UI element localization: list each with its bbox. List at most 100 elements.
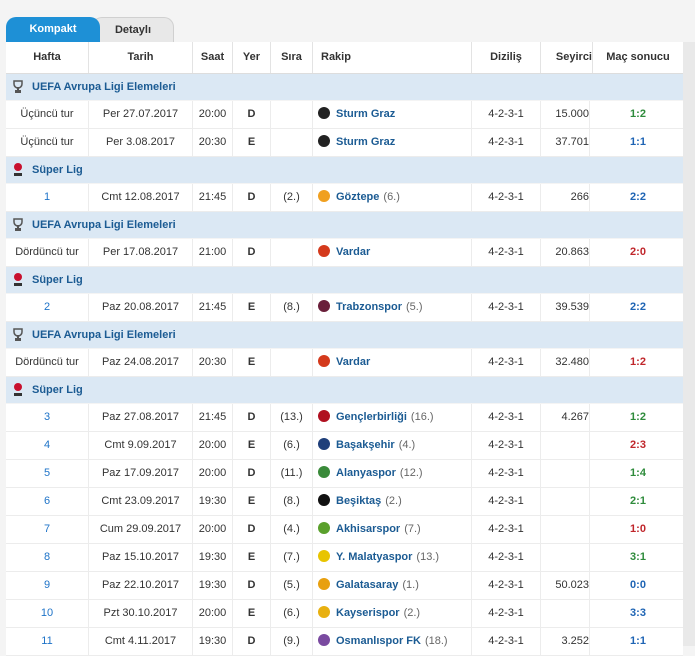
- table-row[interactable]: 6 Cmt 23.09.2017 19:30 E (8.) Beşiktaş (2.) 4-2…: [6, 488, 683, 516]
- table-row[interactable]: 8 Paz 15.10.2017 19:30 E (7.) Y. Malatyaspor (…: [6, 544, 683, 572]
- col-rakip[interactable]: Rakip: [313, 42, 472, 73]
- match-result-link[interactable]: 3:1: [593, 544, 683, 571]
- col-sira[interactable]: Sıra: [271, 42, 313, 73]
- table-row[interactable]: 3 Paz 27.08.2017 21:45 D (13.) Gençlerbirliği…: [6, 404, 683, 432]
- rank-cell: (11.): [271, 460, 313, 487]
- opponent-link[interactable]: Gençlerbirliği: [336, 411, 407, 423]
- opponent-link[interactable]: Sturm Graz: [336, 136, 395, 148]
- competition-name[interactable]: Süper Lig: [32, 267, 83, 293]
- venue-cell: D: [233, 572, 271, 599]
- opponent-link[interactable]: Başakşehir: [336, 439, 395, 451]
- match-result-link[interactable]: 2:3: [593, 432, 683, 459]
- opponent-link[interactable]: Alanyaspor: [336, 467, 396, 479]
- matchday-link[interactable]: 11: [6, 628, 89, 655]
- competition-name[interactable]: UEFA Avrupa Ligi Elemeleri: [32, 322, 176, 348]
- match-result-link[interactable]: 1:2: [593, 101, 683, 128]
- match-result-link[interactable]: 3:3: [593, 600, 683, 627]
- table-row[interactable]: 7 Cum 29.09.2017 20:00 D (4.) Akhisarspor (7.)…: [6, 516, 683, 544]
- venue-cell: D: [233, 101, 271, 128]
- table-row[interactable]: 11 Cmt 4.11.2017 19:30 D (9.) Osmanlıspor FK(…: [6, 628, 683, 656]
- matchday-link[interactable]: 4: [6, 432, 89, 459]
- formation-cell: 4-2-3-1: [472, 516, 541, 543]
- table-row[interactable]: 1 Cmt 12.08.2017 21:45 D (2.) Göztepe (6.) 4-2-…: [6, 184, 683, 212]
- formation-cell: 4-2-3-1: [472, 460, 541, 487]
- col-tarih[interactable]: Tarih: [89, 42, 193, 73]
- opponent-cell: Akhisarspor (7.): [313, 516, 472, 543]
- round-label: Üçüncü tur: [6, 129, 89, 156]
- col-hafta[interactable]: Hafta: [6, 42, 89, 73]
- matchday-link[interactable]: 10: [6, 600, 89, 627]
- rank-cell: (9.): [271, 628, 313, 655]
- matchday-link[interactable]: 9: [6, 572, 89, 599]
- opponent-cell: Alanyaspor (12.): [313, 460, 472, 487]
- opponent-link[interactable]: Trabzonspor: [336, 301, 402, 313]
- date-cell: Paz 15.10.2017: [89, 544, 193, 571]
- col-seyirci[interactable]: Seyirci: [541, 42, 593, 73]
- venue-cell: E: [233, 488, 271, 515]
- match-result-link[interactable]: 1:0: [593, 516, 683, 543]
- match-result-link[interactable]: 0:0: [593, 572, 683, 599]
- competition-name[interactable]: UEFA Avrupa Ligi Elemeleri: [32, 212, 176, 238]
- match-result-link[interactable]: 2:0: [593, 239, 683, 266]
- club-crest-icon: [318, 107, 330, 120]
- opponent-link[interactable]: Vardar: [336, 356, 370, 368]
- matchday-link[interactable]: 1: [6, 184, 89, 211]
- date-cell: Per 3.08.2017: [89, 129, 193, 156]
- table-row[interactable]: Dördüncü tur Per 17.08.2017 21:00 D Vardar 4-…: [6, 239, 683, 267]
- table-row[interactable]: 2 Paz 20.08.2017 21:45 E (8.) Trabzonspor (5.)…: [6, 294, 683, 322]
- opponent-link[interactable]: Osmanlıspor FK: [336, 635, 421, 647]
- opponent-link[interactable]: Kayserispor: [336, 607, 400, 619]
- tab-detayli[interactable]: Detaylı: [92, 17, 174, 42]
- attendance-cell: [541, 516, 590, 543]
- competition-name[interactable]: UEFA Avrupa Ligi Elemeleri: [32, 74, 176, 100]
- match-result-link[interactable]: 1:2: [593, 404, 683, 431]
- col-dizilis[interactable]: Diziliş: [472, 42, 541, 73]
- scrollbar-track[interactable]: [683, 42, 695, 646]
- match-result-link[interactable]: 2:2: [593, 294, 683, 321]
- attendance-cell: [541, 432, 590, 459]
- match-result-link[interactable]: 1:4: [593, 460, 683, 487]
- matchday-link[interactable]: 7: [6, 516, 89, 543]
- opponent-rank: (18.): [424, 635, 448, 647]
- matchday-link[interactable]: 6: [6, 488, 89, 515]
- attendance-cell: 20.863: [541, 239, 590, 266]
- table-row[interactable]: Üçüncü tur Per 27.07.2017 20:00 D Sturm Graz…: [6, 101, 683, 129]
- table-row[interactable]: Dördüncü tur Paz 24.08.2017 20:30 E Vardar 4-…: [6, 349, 683, 377]
- matchday-link[interactable]: 8: [6, 544, 89, 571]
- club-crest-icon: [318, 300, 330, 313]
- tab-kompakt[interactable]: Kompakt: [6, 17, 100, 42]
- matchday-link[interactable]: 2: [6, 294, 89, 321]
- competition-name[interactable]: Süper Lig: [32, 157, 83, 183]
- table-row[interactable]: 9 Paz 22.10.2017 19:30 D (5.) Galatasaray (1.)…: [6, 572, 683, 600]
- club-crest-icon: [318, 355, 330, 368]
- table-row[interactable]: 10 Pzt 30.10.2017 20:00 E (6.) Kayserispor (2.…: [6, 600, 683, 628]
- formation-cell: 4-2-3-1: [472, 488, 541, 515]
- table-row[interactable]: Üçüncü tur Per 3.08.2017 20:30 E Sturm Graz 4…: [6, 129, 683, 157]
- matchday-link[interactable]: 5: [6, 460, 89, 487]
- opponent-link[interactable]: Sturm Graz: [336, 108, 395, 120]
- date-cell: Paz 27.08.2017: [89, 404, 193, 431]
- competition-name[interactable]: Süper Lig: [32, 377, 83, 403]
- table-row[interactable]: 5 Paz 17.09.2017 20:00 D (11.) Alanyaspor (12.…: [6, 460, 683, 488]
- col-saat[interactable]: Saat: [193, 42, 233, 73]
- col-mac-sonucu[interactable]: Maç sonucu: [593, 42, 683, 73]
- opponent-link[interactable]: Vardar: [336, 246, 370, 258]
- match-result-link[interactable]: 2:2: [593, 184, 683, 211]
- table-row[interactable]: 4 Cmt 9.09.2017 20:00 E (6.) Başakşehir (4.) 4-…: [6, 432, 683, 460]
- matchday-link[interactable]: 3: [6, 404, 89, 431]
- formation-cell: 4-2-3-1: [472, 239, 541, 266]
- opponent-link[interactable]: Y. Malatyaspor: [336, 551, 412, 563]
- opponent-link[interactable]: Akhisarspor: [336, 523, 400, 535]
- match-result-link[interactable]: 1:1: [593, 628, 683, 655]
- opponent-link[interactable]: Galatasaray: [336, 579, 398, 591]
- match-result-link[interactable]: 1:1: [593, 129, 683, 156]
- date-cell: Paz 22.10.2017: [89, 572, 193, 599]
- time-cell: 20:00: [193, 600, 233, 627]
- match-result-link[interactable]: 1:2: [593, 349, 683, 376]
- opponent-link[interactable]: Beşiktaş: [336, 495, 381, 507]
- match-result-link[interactable]: 2:1: [593, 488, 683, 515]
- date-cell: Cmt 4.11.2017: [89, 628, 193, 655]
- col-yer[interactable]: Yer: [233, 42, 271, 73]
- opponent-link[interactable]: Göztepe: [336, 191, 379, 203]
- formation-cell: 4-2-3-1: [472, 101, 541, 128]
